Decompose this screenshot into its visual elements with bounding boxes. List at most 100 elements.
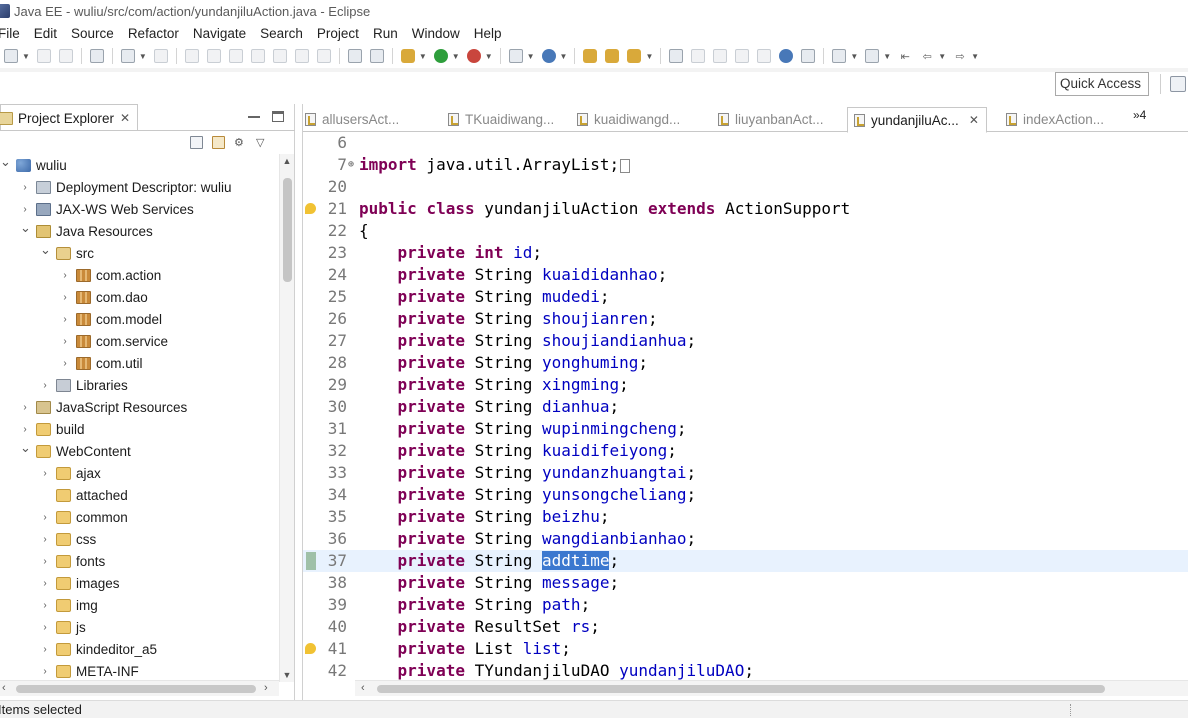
search-ref-icon[interactable] (153, 49, 168, 63)
open-console-icon[interactable] (89, 49, 104, 63)
chevron-right-icon[interactable]: › (60, 270, 70, 281)
tree-item[interactable]: › img (0, 594, 279, 616)
collapse-all-icon[interactable] (190, 136, 203, 149)
new-dropdown-icon[interactable]: ▼ (22, 52, 30, 61)
web-browser-icon[interactable] (779, 49, 794, 63)
forward-icon[interactable]: ⇨ (953, 49, 967, 63)
chevron-down-icon[interactable]: ⌄ (40, 242, 51, 258)
code-line[interactable]: 25 private String mudedi; (303, 286, 1188, 308)
tree-item[interactable]: › ajax (0, 462, 279, 484)
code-area[interactable]: 6 7 ⊕ import java.util.ArrayList; 20 21 public… (303, 132, 1188, 680)
back-icon[interactable]: ⇦ (920, 49, 934, 63)
occurrence-marker[interactable] (306, 552, 316, 570)
chevron-right-icon[interactable]: › (40, 512, 50, 523)
debug-icon[interactable] (400, 49, 415, 63)
tree-item[interactable]: › css (0, 528, 279, 550)
new-java-class-icon[interactable] (541, 49, 556, 63)
explorer-horizontal-scrollbar[interactable]: ‹ › (0, 680, 279, 696)
maximize-icon[interactable] (272, 111, 284, 122)
scroll-right-icon[interactable]: › (264, 682, 268, 694)
new-server-icon[interactable] (508, 49, 523, 63)
menu-help[interactable]: Help (474, 26, 502, 41)
tree-item[interactable]: ⌄ Java Resources (0, 220, 279, 242)
chevron-right-icon[interactable]: › (40, 666, 50, 677)
tree-item[interactable]: › Deployment Descriptor: wuliu (0, 176, 279, 198)
tree-item[interactable]: › Libraries (0, 374, 279, 396)
close-icon[interactable]: ✕ (969, 113, 979, 127)
chevron-right-icon[interactable]: › (20, 424, 30, 435)
chevron-right-icon[interactable]: › (20, 402, 30, 413)
drop-to-frame-icon[interactable] (369, 49, 384, 63)
open-type-icon[interactable] (583, 49, 598, 63)
chevron-down-icon[interactable]: ⌄ (0, 154, 11, 170)
tree-item[interactable]: › fonts (0, 550, 279, 572)
editor-tab[interactable]: indexAction... (1006, 107, 1104, 132)
menu-search[interactable]: Search (260, 26, 303, 41)
tree-item[interactable]: › images (0, 572, 279, 594)
forward-dropdown-icon[interactable]: ▼ (971, 52, 979, 61)
menu-window[interactable]: Window (412, 26, 460, 41)
quick-access-field[interactable]: Quick Access (1055, 72, 1149, 96)
new-server-dropdown-icon[interactable]: ▼ (527, 52, 535, 61)
code-line[interactable]: 20 (303, 176, 1188, 198)
tree-item[interactable]: › JAX-WS Web Services (0, 198, 279, 220)
code-line[interactable]: 38 private String message; (303, 572, 1188, 594)
code-line[interactable]: 31 private String wupinmingcheng; (303, 418, 1188, 440)
tab-overflow-indicator[interactable]: »4 (1133, 108, 1146, 122)
search-dropdown-icon[interactable]: ▼ (645, 52, 653, 61)
tree-item[interactable]: ⌄ WebContent (0, 440, 279, 462)
code-line[interactable]: 28 private String yonghuming; (303, 352, 1188, 374)
new-icon[interactable] (4, 49, 18, 63)
code-line[interactable]: 33 private String yundanzhuangtai; (303, 462, 1188, 484)
chevron-down-icon[interactable]: ⌄ (20, 440, 31, 456)
new-java-class-dropdown-icon[interactable]: ▼ (560, 52, 568, 61)
scroll-thumb[interactable] (283, 178, 292, 282)
collapsed-region-icon[interactable] (620, 158, 631, 173)
chevron-right-icon[interactable]: › (20, 204, 30, 215)
save-icon[interactable] (36, 49, 51, 63)
tree-item[interactable]: ⌄ src (0, 242, 279, 264)
terminal-dropdown-icon[interactable]: ▼ (139, 52, 147, 61)
chevron-right-icon[interactable]: › (40, 622, 50, 633)
tree-item[interactable]: › js (0, 616, 279, 638)
block-selection-icon[interactable] (713, 49, 728, 63)
show-source-icon[interactable] (757, 49, 772, 63)
view-menu-icon[interactable]: ▽ (256, 136, 266, 149)
chevron-right-icon[interactable]: › (60, 314, 70, 325)
warning-marker-icon[interactable] (305, 203, 316, 214)
code-line[interactable]: 22 { (303, 220, 1188, 242)
open-task-icon[interactable] (605, 49, 620, 63)
previous-annotation-icon[interactable] (865, 49, 880, 63)
suspend-icon[interactable] (206, 49, 221, 63)
previous-annotation-dropdown-icon[interactable]: ▼ (883, 52, 891, 61)
tree-item[interactable]: attached (0, 484, 279, 506)
tree-item[interactable]: › com.dao (0, 286, 279, 308)
editor-tab[interactable]: allusersAct... (305, 107, 399, 132)
scroll-thumb[interactable] (377, 685, 1105, 693)
code-line[interactable]: 37 private String addtime; (303, 550, 1188, 572)
debug-dropdown-icon[interactable]: ▼ (419, 52, 427, 61)
menu-edit[interactable]: Edit (34, 26, 57, 41)
chevron-right-icon[interactable]: › (40, 380, 50, 391)
chevron-right-icon[interactable]: › (40, 644, 50, 655)
chevron-down-icon[interactable]: ⌄ (20, 220, 31, 236)
tree-item[interactable]: › build (0, 418, 279, 440)
code-line[interactable]: 41 private List list; (303, 638, 1188, 660)
toggle-breadcrumb-icon[interactable] (691, 49, 706, 63)
annotation-icon[interactable] (801, 49, 816, 63)
back-dropdown-icon[interactable]: ▼ (938, 52, 946, 61)
fold-expand-icon[interactable]: ⊕ (348, 154, 354, 176)
code-line[interactable]: 40 private ResultSet rs; (303, 616, 1188, 638)
chevron-right-icon[interactable]: › (60, 336, 70, 347)
editor-tab[interactable]: kuaidiwangd... (577, 107, 680, 132)
step-over-icon[interactable] (294, 49, 309, 63)
link-with-editor-icon[interactable] (212, 136, 225, 149)
code-line[interactable]: 26 private String shoujianren; (303, 308, 1188, 330)
step-return-icon[interactable] (316, 49, 331, 63)
tree-item[interactable]: › kindeditor_a5 (0, 638, 279, 660)
chevron-right-icon[interactable]: › (60, 292, 70, 303)
tree-item[interactable]: › common (0, 506, 279, 528)
run-icon[interactable] (433, 49, 448, 63)
next-annotation-icon[interactable] (832, 49, 847, 63)
explorer-vertical-scrollbar[interactable]: ▲ ▼ (279, 154, 294, 682)
